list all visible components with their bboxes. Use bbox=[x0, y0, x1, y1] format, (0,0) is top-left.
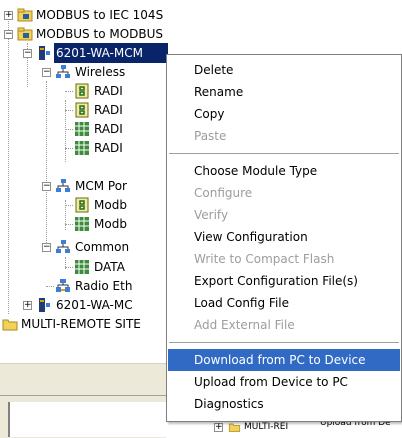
expand-toggle[interactable]: + bbox=[23, 301, 32, 310]
tree-node-label: DATA bbox=[94, 260, 125, 274]
collapse-toggle[interactable]: − bbox=[4, 30, 13, 39]
tree-node-label: Radio Eth bbox=[75, 279, 133, 293]
menu-item-verify: Verify bbox=[168, 204, 400, 226]
menu-item-choose-module-type[interactable]: Choose Module Type bbox=[168, 160, 400, 182]
ghost-node-label: MULTI-REI bbox=[244, 422, 289, 432]
network-group-icon bbox=[56, 179, 70, 192]
tree-node-modbus-item[interactable]: Modb bbox=[0, 214, 166, 234]
tree-node-common[interactable]: − Common bbox=[0, 237, 166, 257]
menu-item-add-external-file: Add External File bbox=[168, 314, 400, 336]
menu-item-label: Configure bbox=[194, 186, 253, 200]
grid-table-icon bbox=[75, 141, 89, 155]
module-device-icon bbox=[39, 46, 50, 60]
tree-node-label: RADI bbox=[94, 141, 123, 155]
bracket-item-icon bbox=[75, 102, 89, 118]
menu-item-label: Choose Module Type bbox=[194, 164, 318, 178]
context-menu: Delete Rename Copy Paste Choose Module T… bbox=[166, 54, 402, 422]
network-group-icon bbox=[56, 65, 70, 78]
menu-item-label: Diagnostics bbox=[194, 397, 264, 411]
tree-node-label: 6201-WA-MC bbox=[56, 298, 133, 312]
menu-item-export-configuration[interactable]: Export Configuration File(s) bbox=[168, 270, 400, 292]
menu-item-label: Rename bbox=[194, 85, 244, 99]
menu-item-load-config-file[interactable]: Load Config File bbox=[168, 292, 400, 314]
menu-item-label: Export Configuration File(s) bbox=[194, 274, 358, 288]
menu-item-label: Download from PC to Device bbox=[194, 353, 366, 367]
menu-separator bbox=[169, 342, 399, 344]
collapse-toggle[interactable]: − bbox=[42, 68, 51, 77]
bracket-item-icon bbox=[75, 197, 89, 213]
tree-node-label: RADI bbox=[94, 103, 123, 117]
folder-icon bbox=[2, 319, 18, 331]
menu-item-delete[interactable]: Delete bbox=[168, 59, 400, 81]
tree-node-radio[interactable]: RADI bbox=[0, 119, 166, 139]
menu-item-label: Add External File bbox=[194, 318, 295, 332]
tree-node-radio[interactable]: RADI bbox=[0, 100, 166, 120]
menu-item-view-configuration[interactable]: View Configuration bbox=[168, 226, 400, 248]
tree-node-label: MODBUS to IEC 104S bbox=[36, 8, 164, 22]
menu-item-write-compact-flash: Write to Compact Flash bbox=[168, 248, 400, 270]
menu-item-label: Verify bbox=[194, 208, 229, 222]
tree-node-radio[interactable]: RADI bbox=[0, 81, 166, 101]
tree-node-modbus-item[interactable]: Modb bbox=[0, 195, 166, 215]
expand-toggle[interactable]: + bbox=[4, 11, 13, 20]
lower-pane-content bbox=[8, 402, 168, 437]
menu-item-label: Delete bbox=[194, 63, 234, 77]
menu-item-upload-device-to-pc[interactable]: Upload from Device to PC bbox=[168, 371, 400, 393]
tree-node-label: MULTI-REMOTE SITE bbox=[21, 317, 141, 331]
grid-table-icon bbox=[75, 260, 89, 274]
tree-node-multi-remote-site[interactable]: MULTI-REMOTE SITE bbox=[0, 314, 166, 334]
tree-node-label: Wireless bbox=[75, 65, 126, 79]
menu-item-paste: Paste bbox=[168, 125, 400, 147]
collapse-toggle[interactable]: − bbox=[42, 243, 51, 252]
tree-node-label: MCM Por bbox=[75, 179, 127, 193]
expand-toggle: + bbox=[214, 422, 223, 432]
tree-node-data[interactable]: DATA bbox=[0, 257, 166, 277]
menu-item-rename[interactable]: Rename bbox=[168, 81, 400, 103]
tree-node-label: MODBUS to MODBUS bbox=[36, 27, 164, 41]
menu-item-label: Paste bbox=[194, 129, 227, 143]
folder-icon bbox=[228, 423, 241, 432]
menu-item-label: Load Config File bbox=[194, 296, 289, 310]
menu-item-download-pc-to-device[interactable]: Download from PC to Device bbox=[168, 349, 400, 371]
tree-node-radio[interactable]: RADI bbox=[0, 138, 166, 158]
tree-node-6201-wa-mc-2[interactable]: + 6201-WA-MC bbox=[0, 295, 166, 315]
bracket-item-icon bbox=[75, 83, 89, 99]
ethernet-network-icon bbox=[56, 279, 70, 292]
collapse-toggle[interactable]: − bbox=[23, 49, 32, 58]
module-device-icon bbox=[39, 298, 50, 312]
grid-table-icon bbox=[75, 122, 89, 136]
tree-node-mcm-port[interactable]: − MCM Por bbox=[0, 176, 166, 196]
tree-node-label: Modb bbox=[94, 217, 127, 231]
tree-node-label: 6201-WA-MCM bbox=[53, 42, 169, 64]
tree-node-radio-ethernet[interactable]: Radio Eth bbox=[0, 276, 166, 296]
menu-item-label: Write to Compact Flash bbox=[194, 252, 335, 266]
menu-item-diagnostics[interactable]: Diagnostics bbox=[168, 393, 400, 415]
project-folder-icon bbox=[17, 8, 33, 22]
grid-table-icon bbox=[75, 217, 89, 231]
project-folder-icon bbox=[17, 27, 33, 41]
tree-node-label: Modb bbox=[94, 198, 127, 212]
tree-node-wireless[interactable]: − Wireless bbox=[0, 62, 166, 82]
tree-node-label: RADI bbox=[94, 84, 123, 98]
menu-item-configure: Configure bbox=[168, 182, 400, 204]
collapse-toggle[interactable]: − bbox=[42, 182, 51, 191]
tree-node-modbus-modbus[interactable]: − MODBUS to MODBUS bbox=[0, 24, 166, 44]
network-group-icon bbox=[56, 240, 70, 253]
menu-separator bbox=[169, 153, 399, 155]
tree-node-6201-wa-mcm[interactable]: − 6201-WA-MCM bbox=[0, 42, 169, 64]
tree-node-label: RADI bbox=[94, 122, 123, 136]
menu-item-label: View Configuration bbox=[194, 230, 308, 244]
menu-item-copy[interactable]: Copy bbox=[168, 103, 400, 125]
tree-node-modbus-iec104s[interactable]: + MODBUS to IEC 104S bbox=[0, 5, 166, 25]
menu-item-label: Upload from Device to PC bbox=[194, 375, 348, 389]
menu-item-label: Copy bbox=[194, 107, 225, 121]
tree-node-label: Common bbox=[75, 240, 130, 254]
